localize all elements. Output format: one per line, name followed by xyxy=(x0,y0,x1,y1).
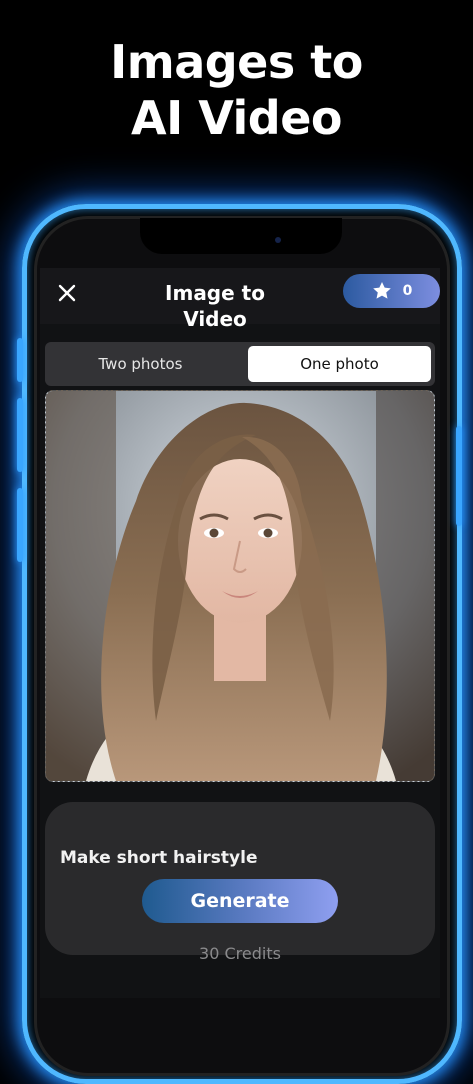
prompt-card: Make short hairstyle Generate 30 Credits xyxy=(45,802,435,963)
credits-count: 0 xyxy=(402,283,413,299)
promo-title-line2: AI Video xyxy=(130,91,343,145)
phone-side-button-4 xyxy=(456,426,462,526)
phone-side-button-1 xyxy=(17,338,23,382)
photo-mode-segment: Two photos One photo xyxy=(45,342,435,386)
phone-side-button-3 xyxy=(17,488,23,562)
portrait-image xyxy=(46,391,434,781)
credits-button[interactable]: 0 xyxy=(343,274,440,308)
promo-title-line1: Images to xyxy=(110,35,363,89)
app-header: Image to Video 0 xyxy=(40,268,440,331)
camera-dot xyxy=(275,237,281,243)
phone-notch xyxy=(140,218,342,254)
close-icon xyxy=(58,284,76,302)
star-badge-icon xyxy=(372,282,391,299)
prompt-text[interactable]: Make short hairstyle xyxy=(60,848,257,868)
page-title: Image to Video xyxy=(165,281,265,331)
credits-cost-label: 30 Credits xyxy=(199,944,281,963)
promo-title: Images to AI Video xyxy=(0,34,473,146)
segment-one-photo[interactable]: One photo xyxy=(248,346,431,382)
uploaded-photo[interactable] xyxy=(45,390,435,782)
phone-side-button-2 xyxy=(17,398,23,472)
app-screen: Image to Video 0 Two photos One photo Ma… xyxy=(40,268,440,998)
close-button[interactable] xyxy=(54,280,80,306)
segment-two-photos[interactable]: Two photos xyxy=(49,346,232,382)
generate-button[interactable]: Generate xyxy=(142,879,338,923)
